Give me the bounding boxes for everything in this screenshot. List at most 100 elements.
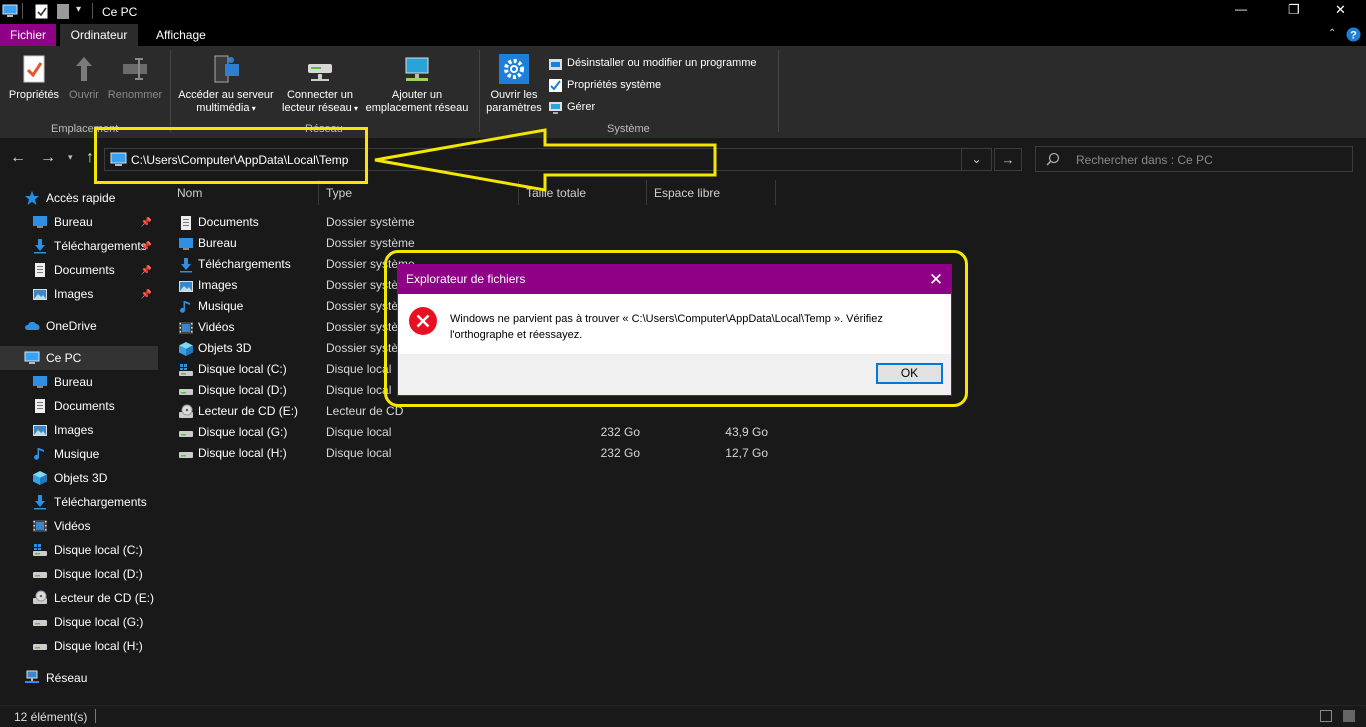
collapse-ribbon-icon[interactable]: ⌃ — [1328, 28, 1336, 39]
nav-item[interactable]: Disque local (H:) — [0, 634, 158, 658]
search-box[interactable]: Rechercher dans : Ce PC — [1035, 146, 1353, 172]
nav-item[interactable]: Réseau — [0, 666, 158, 690]
manage-button[interactable]: Gérer — [548, 98, 595, 116]
pin-icon: 📌 — [140, 216, 152, 227]
download-icon — [178, 257, 194, 273]
media-server-icon — [211, 54, 241, 84]
nav-item[interactable]: Vidéos — [0, 514, 158, 538]
pin-icon: 📌 — [140, 240, 152, 251]
nav-item[interactable]: Disque local (C:) — [0, 538, 158, 562]
nav-item[interactable]: Disque local (G:) — [0, 610, 158, 634]
help-icon[interactable]: ? — [1346, 27, 1361, 42]
nav-item-label: Accès rapide — [46, 191, 116, 205]
computer-icon — [2, 4, 18, 18]
rename-icon — [121, 54, 149, 84]
file-name: Objets 3D — [198, 341, 252, 355]
nav-item[interactable]: Documents — [0, 394, 158, 418]
nav-item[interactable]: Musique — [0, 442, 158, 466]
media-server-label-1: Accéder au serveur — [178, 89, 274, 101]
add-network-location-button[interactable]: Ajouter un emplacement réseau — [362, 54, 472, 115]
file-type: Disque local — [326, 425, 392, 439]
file-row[interactable]: Disque local (G:) Disque local 232 Go 43,9 … — [158, 422, 1366, 443]
open-settings-button[interactable]: Ouvrir les paramètres — [483, 54, 545, 115]
dialog-highlight-box — [384, 250, 968, 407]
uninstall-program-button[interactable]: Désinstaller ou modifier un programme — [548, 54, 757, 72]
nav-item[interactable]: Bureau 📌 — [0, 210, 158, 234]
search-icon — [1046, 152, 1060, 166]
nav-item[interactable]: Lecteur de CD (E:) — [0, 586, 158, 610]
manage-icon — [548, 100, 563, 115]
column-header-type[interactable]: Type — [326, 186, 352, 200]
column-header-name[interactable]: Nom — [177, 186, 202, 200]
nav-item-label: OneDrive — [46, 319, 97, 333]
details-view-icon[interactable] — [1320, 710, 1332, 722]
music-icon — [178, 299, 194, 314]
rename-button[interactable]: Renommer — [104, 54, 166, 102]
nav-item[interactable]: Disque local (D:) — [0, 562, 158, 586]
tab-computer[interactable]: Ordinateur — [60, 24, 138, 46]
file-row[interactable]: Disque local (H:) Disque local 232 Go 12,7 … — [158, 443, 1366, 464]
media-server-label-2: multimédia — [196, 102, 250, 114]
search-input[interactable]: Rechercher dans : Ce PC — [1076, 153, 1213, 167]
properties-button[interactable]: Propriétés — [6, 54, 62, 102]
large-icons-view-icon[interactable] — [1343, 710, 1355, 722]
file-name: Téléchargements — [198, 257, 291, 271]
close-button[interactable]: ✕ — [1335, 2, 1346, 18]
open-icon — [70, 54, 98, 84]
restore-button[interactable]: ❐ — [1288, 2, 1300, 18]
file-type: Dossier système — [326, 215, 415, 229]
forward-arrow-icon[interactable]: → — [40, 149, 56, 167]
media-server-button[interactable]: Accéder au serveur multimédia ▾ — [174, 54, 278, 115]
nav-item-label: Disque local (H:) — [54, 639, 143, 653]
nav-item[interactable]: Images — [0, 418, 158, 442]
nav-item[interactable]: Ce PC — [0, 346, 158, 370]
nav-item[interactable]: Images 📌 — [0, 282, 158, 306]
ribbon-separator — [778, 50, 779, 132]
divider — [95, 709, 96, 723]
tab-view[interactable]: Affichage — [146, 24, 216, 46]
ribbon-separator — [479, 50, 480, 132]
file-name: Disque local (D:) — [198, 383, 287, 397]
cloud-icon — [24, 318, 40, 334]
file-row[interactable]: Documents Dossier système — [158, 212, 1366, 233]
up-arrow-icon[interactable]: ↑ — [86, 149, 94, 167]
navigation-pane: Accès rapide Bureau 📌 Téléchargements 📌 Docum… — [0, 180, 158, 705]
file-type: Disque local — [326, 446, 392, 460]
minimize-button[interactable]: — — [1235, 2, 1247, 16]
nav-item[interactable]: OneDrive — [0, 314, 158, 338]
nav-item-label: Images — [54, 287, 94, 301]
system-properties-button[interactable]: Propriétés système — [548, 76, 661, 94]
folder-quick-icon[interactable] — [57, 4, 69, 19]
file-type: Dossier système — [326, 236, 415, 250]
address-dropdown-chevron-icon[interactable]: ⌄ — [961, 149, 991, 170]
file-name: Bureau — [198, 236, 237, 250]
customize-quick-access-icon[interactable]: ▾ — [76, 4, 81, 15]
map-drive-button[interactable]: Connecter un lecteur réseau ▾ — [278, 54, 362, 115]
go-arrow-icon[interactable]: → — [994, 148, 1022, 171]
nav-item-label: Téléchargements — [54, 239, 147, 253]
file-type: Disque local — [326, 362, 392, 376]
recent-locations-chevron-icon[interactable]: ▾ — [68, 152, 73, 163]
drive-icon — [32, 638, 48, 654]
cd-drive-icon — [178, 404, 194, 419]
network-drive-icon — [305, 54, 335, 84]
open-label: Ouvrir — [69, 89, 99, 101]
nav-item[interactable]: Téléchargements — [0, 490, 158, 514]
nav-item[interactable]: Accès rapide — [0, 186, 158, 210]
column-divider[interactable] — [775, 180, 776, 205]
nav-item[interactable]: Objets 3D — [0, 466, 158, 490]
open-settings-label-2: paramètres — [486, 102, 542, 114]
nav-item[interactable]: Bureau — [0, 370, 158, 394]
tab-file[interactable]: Fichier — [0, 24, 56, 46]
back-arrow-icon[interactable]: ← — [10, 149, 26, 167]
ribbon-separator — [170, 50, 171, 132]
nav-item[interactable]: Téléchargements 📌 — [0, 234, 158, 258]
download-icon — [32, 238, 48, 254]
nav-item[interactable]: Documents 📌 — [0, 258, 158, 282]
nav-item-label: Disque local (C:) — [54, 543, 143, 557]
properties-quick-icon[interactable] — [35, 4, 48, 19]
settings-gear-icon — [499, 54, 529, 84]
file-name: Vidéos — [198, 320, 235, 334]
open-button[interactable]: Ouvrir — [64, 54, 104, 102]
rename-label: Renommer — [107, 89, 163, 101]
